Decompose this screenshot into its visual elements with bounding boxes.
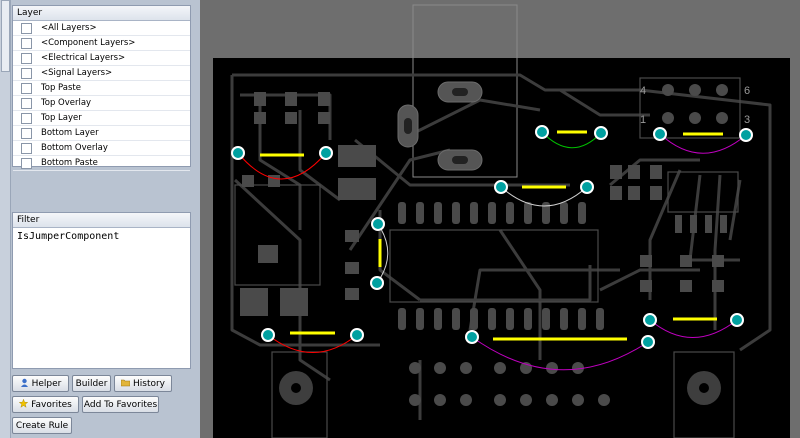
layer-rows: <All Layers> <Component Layers> <Electri… <box>13 21 190 171</box>
builder-label: Builder <box>75 379 108 389</box>
helper-label: Helper <box>31 379 62 389</box>
layer-row[interactable]: Top Paste <box>13 81 190 96</box>
layer-checkbox[interactable] <box>21 98 32 109</box>
add-to-favorites-button[interactable]: Add To Favorites <box>82 396 159 413</box>
layer-row[interactable]: Bottom Layer <box>13 126 190 141</box>
layer-label: <Signal Layers> <box>41 68 113 78</box>
layer-row[interactable]: Bottom Paste <box>13 156 190 171</box>
layer-label: Bottom Layer <box>41 128 99 138</box>
folder-icon <box>120 377 131 387</box>
history-label: History <box>132 379 166 389</box>
layer-checkbox[interactable] <box>21 83 32 94</box>
layer-checkbox[interactable] <box>21 53 32 64</box>
helper-icon <box>20 377 29 387</box>
layer-label: Top Layer <box>41 113 82 123</box>
layer-row[interactable]: <Electrical Layers> <box>13 51 190 66</box>
layer-checkbox[interactable] <box>21 68 32 79</box>
add-to-favorites-label: Add To Favorites <box>83 400 158 410</box>
layer-label: Bottom Overlay <box>41 143 108 153</box>
pin-label-3: 3 <box>744 114 750 126</box>
layer-checkbox[interactable] <box>21 158 32 169</box>
side-scrollbar[interactable] <box>0 0 11 438</box>
layer-row[interactable]: Top Overlay <box>13 96 190 111</box>
layer-row[interactable]: <All Layers> <box>13 21 190 36</box>
layer-label: <All Layers> <box>41 23 97 33</box>
layer-row[interactable]: <Signal Layers> <box>13 66 190 81</box>
side-scrollbar-thumb[interactable] <box>1 0 10 72</box>
create-rule-button[interactable]: Create Rule <box>12 417 72 434</box>
layer-label: Bottom Paste <box>41 158 98 168</box>
star-icon <box>18 398 29 408</box>
filter-query-input[interactable]: IsJumperComponent <box>13 228 190 245</box>
layer-row[interactable]: Bottom Overlay <box>13 141 190 156</box>
layer-list: Layer <All Layers> <Component Layers> <E… <box>12 5 191 171</box>
layer-label: <Component Layers> <box>41 38 136 48</box>
layer-label: Top Overlay <box>41 98 92 108</box>
pcb-filter-panel: Layer <All Layers> <Component Layers> <E… <box>0 0 200 438</box>
pcb-canvas[interactable]: 4 6 1 3 <box>200 0 800 438</box>
layer-checkbox[interactable] <box>21 143 32 154</box>
layer-list-header: Layer <box>13 6 190 21</box>
layer-row[interactable]: <Component Layers> <box>13 36 190 51</box>
create-rule-label: Create Rule <box>15 421 69 431</box>
pin-label-6: 6 <box>744 85 750 97</box>
helper-button[interactable]: Helper <box>12 375 69 392</box>
layer-label: Top Paste <box>41 83 81 93</box>
favorites-label: Favorites <box>31 400 72 410</box>
layer-checkbox[interactable] <box>21 128 32 139</box>
filter-box: Filter IsJumperComponent <box>12 212 191 369</box>
history-button[interactable]: History <box>114 375 172 392</box>
layer-checkbox[interactable] <box>21 23 32 34</box>
pin-label-1: 1 <box>640 114 646 126</box>
builder-button[interactable]: Builder <box>72 375 111 392</box>
layer-label: <Electrical Layers> <box>41 53 126 63</box>
layer-checkbox[interactable] <box>21 38 32 49</box>
layer-checkbox[interactable] <box>21 113 32 124</box>
pin-label-4: 4 <box>640 85 646 97</box>
favorites-button[interactable]: Favorites <box>12 396 79 413</box>
layer-row[interactable]: Top Layer <box>13 111 190 126</box>
filter-header: Filter <box>13 213 190 228</box>
